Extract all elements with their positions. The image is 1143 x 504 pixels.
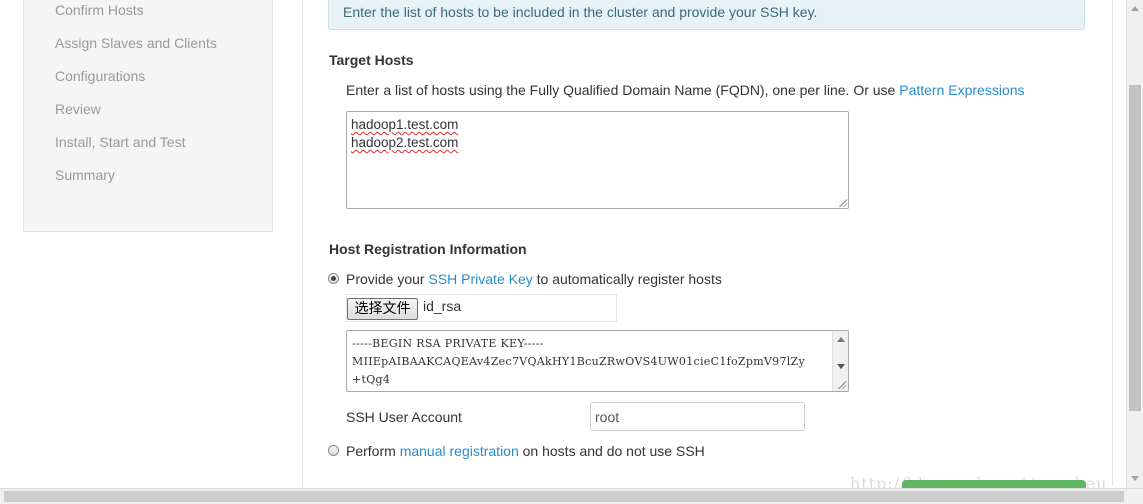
info-alert-text: Enter the list of hosts to be included i… <box>343 4 818 20</box>
host-line: hadoop1.test.com <box>351 117 459 132</box>
manual-option-suffix: on hosts and do not use SSH <box>518 443 705 459</box>
sidebar-item-assign-slaves[interactable]: Assign Slaves and Clients <box>55 35 217 51</box>
page-horizontal-scrollbar[interactable] <box>0 488 1143 504</box>
sidebar-item-review[interactable]: Review <box>55 101 101 117</box>
choose-file-button[interactable]: 选择文件 <box>347 298 418 320</box>
scrollbar-thumb[interactable] <box>1129 85 1141 411</box>
host-line: hadoop2.test.com <box>351 135 459 150</box>
private-key-textarea[interactable]: -----BEGIN RSA PRIVATE KEY----- MIIEpAIB… <box>346 330 849 392</box>
ssh-option-prefix: Provide your <box>346 271 429 287</box>
sidebar-item-confirm-hosts[interactable]: Confirm Hosts <box>55 2 144 18</box>
wizard-steps-sidebar: Confirm Hosts Assign Slaves and Clients … <box>23 0 273 232</box>
scroll-down-icon[interactable] <box>1131 476 1139 481</box>
resize-grip-icon[interactable] <box>838 381 846 389</box>
manual-registration-link[interactable]: manual registration <box>400 443 519 459</box>
content-divider <box>302 0 303 486</box>
content-divider-right <box>1112 0 1113 486</box>
ssh-key-option-label: Provide your SSH Private Key to automati… <box>346 271 722 287</box>
manual-option-prefix: Perform <box>346 443 400 459</box>
selected-file-name: id_rsa <box>423 298 462 314</box>
info-alert: Enter the list of hosts to be included i… <box>328 0 1085 30</box>
key-line: MIIEpAIBAAKCAQEAv4Zec7VQAkHY1BcuZRwOVS4U… <box>352 355 806 368</box>
textarea-scrollbar[interactable] <box>832 331 848 391</box>
page-vertical-scrollbar[interactable] <box>1126 0 1143 488</box>
pattern-expressions-link[interactable]: Pattern Expressions <box>899 82 1024 98</box>
scrollbar-thumb[interactable] <box>4 491 1124 502</box>
scroll-up-icon[interactable] <box>1131 6 1139 11</box>
ssh-option-suffix: to automatically register hosts <box>532 271 722 287</box>
sidebar-item-install-start-test[interactable]: Install, Start and Test <box>55 134 185 150</box>
scroll-down-icon[interactable] <box>837 364 845 369</box>
ssh-user-value: root <box>595 409 620 425</box>
target-hosts-description: Enter a list of hosts using the Fully Qu… <box>346 82 1025 98</box>
manual-registration-radio[interactable] <box>328 445 339 456</box>
private-key-file-input[interactable]: 选择文件 id_rsa <box>346 294 617 322</box>
ssh-user-label: SSH User Account <box>346 409 462 425</box>
sidebar-item-configurations[interactable]: Configurations <box>55 68 145 84</box>
target-hosts-description-text: Enter a list of hosts using the Fully Qu… <box>346 82 900 98</box>
target-hosts-textarea[interactable]: hadoop1.test.com hadoop2.test.com <box>346 111 849 209</box>
resize-grip-icon[interactable] <box>839 199 847 207</box>
scroll-up-icon[interactable] <box>837 337 845 342</box>
ssh-key-radio[interactable] <box>328 273 339 284</box>
ssh-user-input[interactable]: root <box>590 402 805 431</box>
host-registration-heading: Host Registration Information <box>329 241 527 257</box>
manual-option-label: Perform manual registration on hosts and… <box>346 443 705 459</box>
key-line: -----BEGIN RSA PRIVATE KEY----- <box>352 337 544 350</box>
ssh-private-key-link[interactable]: SSH Private Key <box>428 271 532 287</box>
target-hosts-heading: Target Hosts <box>329 52 414 68</box>
key-line: +tQg4 <box>352 373 391 386</box>
sidebar-item-summary[interactable]: Summary <box>55 167 115 183</box>
